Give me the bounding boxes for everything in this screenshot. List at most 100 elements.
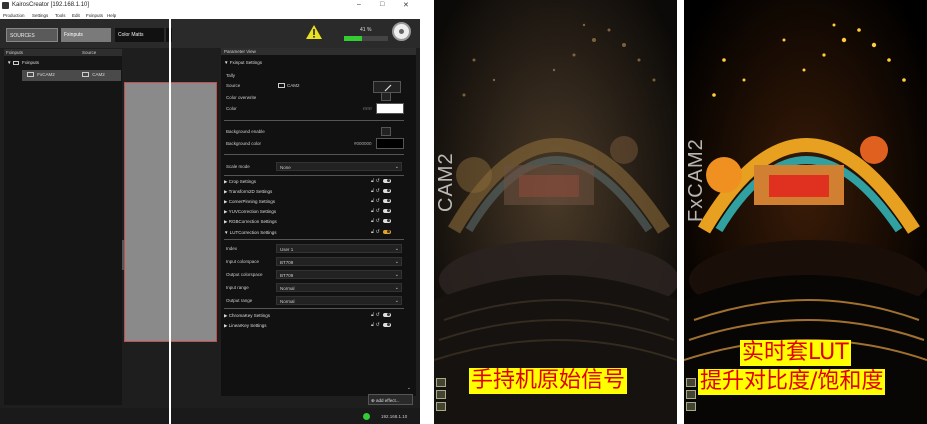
output-range-select[interactable]: Normal ⌄ (276, 296, 402, 305)
chevron-down-icon: ⌄ (394, 272, 399, 278)
input-colorspace-select[interactable]: BT709 ⌄ (276, 257, 402, 266)
reset-icon[interactable]: ↺ (376, 322, 380, 328)
enable-toggle[interactable] (382, 208, 391, 213)
section-label: LUTCorrection Settings (229, 230, 277, 235)
lock-icon[interactable]: 🔓︎ (371, 218, 374, 224)
chevron-down-icon: ⌄ (394, 298, 399, 304)
section-controls[interactable]: 🔓︎ ↺ (371, 188, 391, 194)
section-rgbcorrection[interactable]: ▶ RGBCorrection Settings (224, 219, 277, 225)
reset-icon[interactable]: ↺ (376, 312, 380, 318)
tab-fxinputs[interactable]: Fxinputs (61, 28, 111, 42)
lock-icon[interactable]: 🔓︎ (371, 312, 374, 318)
tree-root-label: Fxinputs (22, 60, 40, 65)
section-fxinput-settings[interactable]: ▼ Fxinput Settings (224, 60, 262, 65)
source-value-text: CAM2 (287, 83, 300, 88)
tab-sources[interactable]: SOURCES (6, 28, 58, 42)
warning-triangle-icon[interactable] (305, 24, 323, 40)
reset-icon[interactable]: ↺ (376, 188, 380, 194)
record-button[interactable] (392, 22, 411, 41)
reset-icon[interactable]: ↺ (376, 229, 380, 235)
divider (224, 175, 404, 176)
add-effect-label: add effect... (376, 398, 400, 403)
minimize-icon[interactable]: – (357, 1, 361, 8)
section-controls[interactable]: 🔓︎ ↺ (371, 178, 391, 184)
lut-index-value: User 1 (280, 247, 294, 252)
section-label: YUVCorrection Settings (228, 209, 277, 214)
divider (224, 239, 404, 240)
section-label: Transform2D Settings (228, 189, 273, 194)
scroll-down-icon[interactable]: ⌄ (407, 385, 411, 391)
app-logo-icon (2, 2, 9, 9)
output-range-value: Normal (280, 299, 295, 304)
output-colorspace-select[interactable]: BT709 ⌄ (276, 270, 402, 279)
section-lutcorrection[interactable]: ▼ LUTCorrection Settings (224, 230, 277, 235)
splitter-handle[interactable] (122, 240, 124, 270)
reset-icon[interactable]: ↺ (376, 198, 380, 204)
source-label: Source (226, 83, 241, 88)
lock-icon[interactable]: 🔓︎ (371, 208, 374, 214)
section-controls[interactable]: 🔓︎ ↺ (371, 218, 391, 224)
section-crop[interactable]: ▶ Crop Settings (224, 179, 256, 185)
color-swatch[interactable] (376, 103, 404, 114)
menu-settings[interactable]: Settings (32, 13, 48, 18)
menu-production[interactable]: Production (3, 13, 25, 18)
tab-color-matts[interactable]: Color Matts (115, 28, 164, 42)
input-colorspace-value: BT709 (280, 260, 294, 265)
color-override-label: Color overwrite (226, 95, 257, 100)
section-controls[interactable]: 🔓︎ ↺ (371, 208, 391, 214)
section-controls[interactable]: 🔓︎ ↺ (371, 322, 391, 328)
enable-toggle[interactable] (382, 322, 391, 327)
menu-help[interactable]: Help (107, 13, 116, 18)
enable-toggle[interactable] (382, 218, 391, 223)
section-controls[interactable]: 🔓︎ ↺ (371, 198, 391, 204)
source-camera-icon (82, 72, 89, 78)
color-override-checkbox[interactable] (381, 92, 391, 101)
reset-icon[interactable]: ↺ (376, 218, 380, 224)
maximize-icon[interactable]: □ (380, 1, 384, 8)
tree-root[interactable]: ▼ Fxinputs (7, 60, 39, 65)
lock-icon[interactable]: 🔓︎ (371, 198, 374, 204)
scale-mode-select[interactable]: None ⌄ (276, 162, 402, 171)
section-controls[interactable]: 🔓︎ ↺ (371, 229, 391, 235)
section-chromakey[interactable]: ▶ ChromaKey Settings (224, 313, 270, 319)
badge-icon (436, 378, 446, 387)
input-range-select[interactable]: Normal ⌄ (276, 283, 402, 292)
section-linearkey[interactable]: ▶ LinearKey Settings (224, 323, 267, 329)
enable-toggle[interactable] (382, 188, 391, 193)
enable-toggle[interactable] (382, 312, 391, 317)
lut-index-select[interactable]: User 1 ⌄ (276, 244, 402, 253)
section-yuvcorrection[interactable]: ▶ YUVCorrection Settings (224, 209, 276, 215)
menu-tools[interactable]: Tools (55, 13, 66, 18)
status-ip: 192.168.1.10 (381, 414, 408, 419)
enable-toggle-on[interactable] (382, 229, 391, 234)
output-colorspace-value: BT709 (280, 273, 294, 278)
menu-fxinputs[interactable]: Fxinputs (86, 13, 103, 18)
caption-raw-signal: 手持机原始信号 (469, 368, 628, 394)
lock-icon[interactable]: 🔓︎ (371, 188, 374, 194)
tree-item-fxcam2[interactable]: FxCAM2 (27, 72, 55, 78)
lock-icon[interactable]: 🔓︎ (371, 229, 374, 235)
window-title: KairosCreator [192.168.1.10] (12, 2, 90, 8)
add-effect-button[interactable]: ⊕ add effect... (368, 394, 413, 405)
section-fxinput-label: Fxinput Settings (229, 60, 262, 65)
plus-icon: ⊕ (371, 398, 375, 403)
menu-edit[interactable]: Edit (72, 13, 80, 18)
enable-toggle[interactable] (382, 198, 391, 203)
lock-icon[interactable]: 🔓︎ (371, 322, 374, 328)
lock-icon[interactable]: 🔓︎ (371, 178, 374, 184)
menu-bar: Production Settings Tools Edit Fxinputs … (0, 11, 420, 19)
column-fxinputs: Fxinputs (6, 50, 24, 55)
bg-enable-checkbox[interactable] (381, 127, 391, 136)
reset-icon[interactable]: ↺ (376, 178, 380, 184)
section-controls[interactable]: 🔓︎ ↺ (371, 312, 391, 318)
color-value: rrrrrr (363, 106, 372, 111)
caption-lut-line1: 实时套LUT (740, 340, 851, 366)
enable-toggle[interactable] (382, 178, 391, 183)
expand-arrow-icon[interactable]: ▼ (7, 60, 11, 65)
section-cornerpinning[interactable]: ▶ CornerPinning Settings (224, 199, 275, 205)
scale-mode-label: Scale mode (226, 164, 250, 169)
close-icon[interactable]: ✕ (403, 1, 409, 9)
bg-color-swatch[interactable] (376, 138, 404, 149)
section-transform2d[interactable]: ▶ Transform2D Settings (224, 189, 272, 195)
reset-icon[interactable]: ↺ (376, 208, 380, 214)
